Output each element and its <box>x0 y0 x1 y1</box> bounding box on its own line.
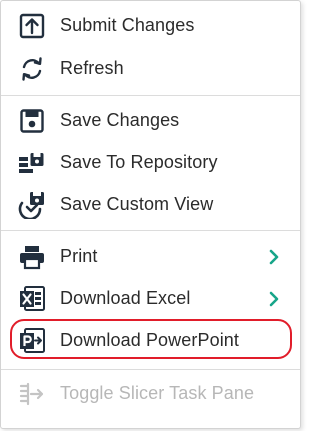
save-icon <box>17 107 47 135</box>
slicer-pane-icon <box>17 380 47 408</box>
divider <box>1 369 300 370</box>
menu-item-download-powerpoint[interactable]: Download PowerPoint <box>1 321 300 361</box>
menu-item-save-changes[interactable]: Save Changes <box>1 101 300 141</box>
menu-item-label: Download Excel <box>60 288 191 308</box>
menu-item-label: Submit Changes <box>60 15 195 35</box>
divider <box>1 230 300 231</box>
menu-item-label: Refresh <box>60 58 124 78</box>
divider <box>1 95 300 96</box>
menu-item-label: Print <box>60 246 98 266</box>
menu-item-label: Download PowerPoint <box>60 330 239 350</box>
menu-item-label: Save Custom View <box>60 194 214 214</box>
menu-item-label: Toggle Slicer Task Pane <box>60 383 255 403</box>
menu-item-download-excel[interactable]: Download Excel <box>1 279 300 319</box>
menu-item-toggle-slicer-task-pane: Toggle Slicer Task Pane <box>1 374 300 414</box>
excel-icon <box>17 285 47 313</box>
menu-item-print[interactable]: Print <box>1 237 300 277</box>
upload-arrow-icon <box>17 12 47 40</box>
save-to-repository-icon <box>17 149 47 177</box>
menu-item-submit-changes[interactable]: Submit Changes <box>1 6 300 46</box>
menu-item-label: Save Changes <box>60 110 180 130</box>
menu-item-save-custom-view[interactable]: Save Custom View <box>1 185 300 225</box>
menu-item-refresh[interactable]: Refresh <box>1 49 300 89</box>
chevron-right-icon <box>267 249 281 265</box>
context-menu: Submit Changes Refresh Save Changes Save… <box>0 0 301 429</box>
menu-item-save-to-repository[interactable]: Save To Repository <box>1 143 300 183</box>
powerpoint-icon <box>17 327 47 355</box>
menu-item-label: Save To Repository <box>60 152 218 172</box>
chevron-right-icon <box>267 291 281 307</box>
refresh-icon <box>17 55 47 83</box>
printer-icon <box>17 243 47 271</box>
save-custom-view-icon <box>17 191 47 219</box>
